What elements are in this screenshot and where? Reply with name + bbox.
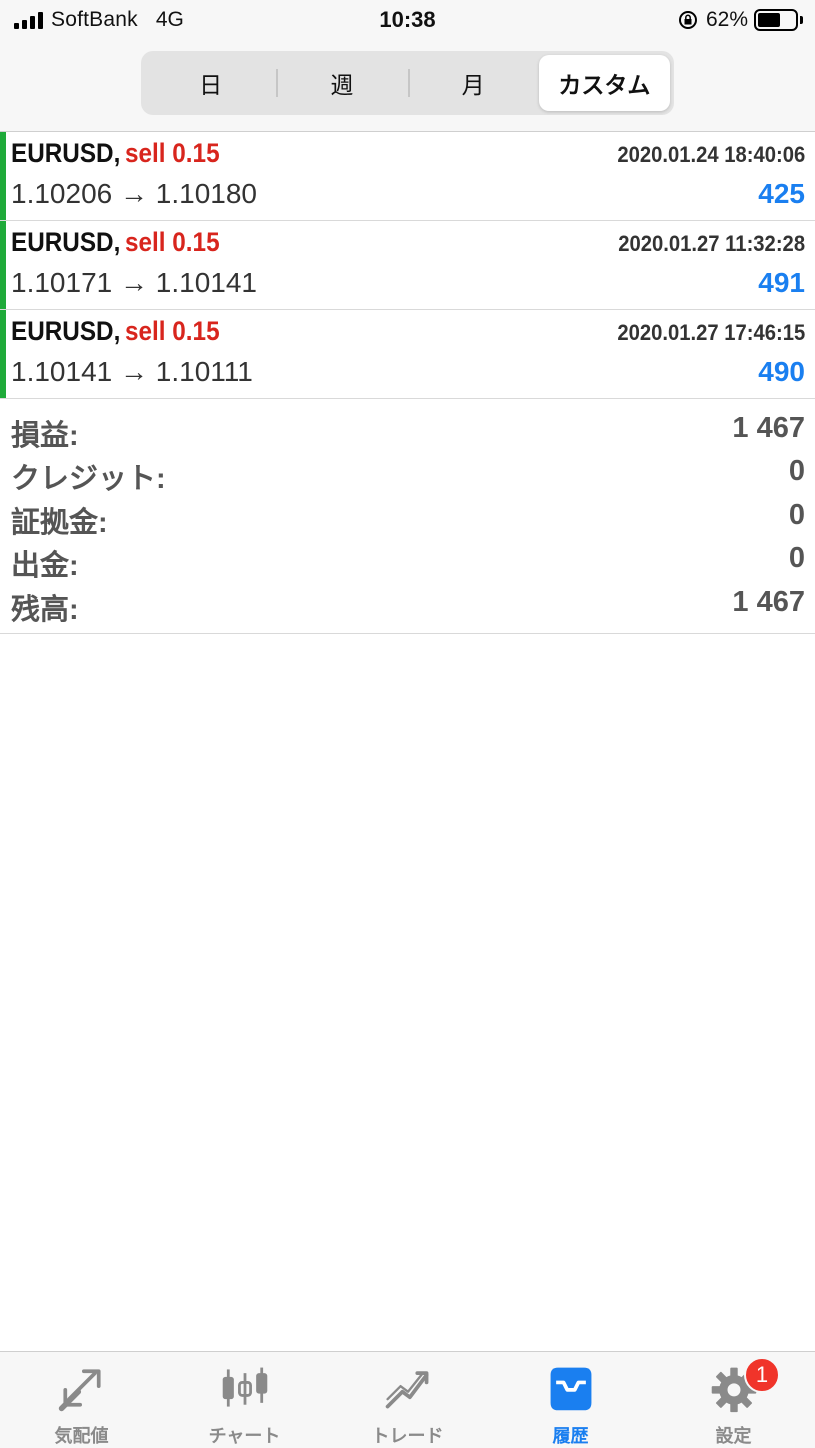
tab-custom[interactable]: カスタム — [538, 55, 670, 111]
summary-label: 出金: — [11, 550, 79, 583]
deal-side: sell 0.15 — [125, 316, 220, 346]
history-screen: SoftBank 4G 10:38 62% 日 週 月 カスタム EURUSD, — [0, 0, 815, 1448]
deal-prices: 1.10171 → 1.10141 — [11, 267, 257, 298]
summary-label: 損益: — [11, 420, 79, 452]
period-selector: 日 週 月 カスタム — [141, 51, 674, 115]
deal-list: EURUSD, sell 0.15 2020.01.24 18:40:06 1.… — [0, 132, 815, 399]
deal-profit: 425 — [758, 178, 805, 209]
deal-indicator — [0, 221, 6, 309]
deal-symbol: EURUSD, — [11, 138, 121, 168]
header: 日 週 月 カスタム — [0, 40, 815, 132]
summary-withdrawal-row: 出金: 0 — [0, 538, 815, 583]
deal-side: sell 0.15 — [125, 138, 220, 168]
summary-label: クレジット: — [11, 463, 166, 496]
deal-prices: 1.10206 → 1.10180 — [11, 178, 257, 209]
notification-badge: 1 — [744, 1357, 780, 1393]
deal-side: sell 0.15 — [125, 227, 220, 257]
deal-time: 2020.01.27 11:32:28 — [618, 231, 805, 256]
deal-row[interactable]: EURUSD, sell 0.15 2020.01.27 17:46:15 1.… — [0, 310, 815, 399]
deal-prices: 1.10141 → 1.10111 — [11, 356, 253, 387]
trade-icon — [385, 1371, 428, 1409]
summary-label: 残高: — [11, 593, 79, 626]
tab-label: 設定 — [715, 1426, 752, 1446]
summary-value: 1 467 — [732, 585, 805, 618]
tab-label: 履歴 — [552, 1426, 589, 1446]
summary-profit-row: 損益: 1 467 — [0, 408, 815, 452]
summary-credit-row: クレジット: 0 — [0, 451, 815, 496]
deal-time: 2020.01.27 17:46:15 — [617, 320, 805, 345]
summary-value: 1 467 — [732, 412, 805, 444]
summary-balance-row: 残高: 1 467 — [0, 582, 815, 626]
tab-label: トレード — [371, 1426, 444, 1446]
deal-time: 2020.01.24 18:40:06 — [617, 142, 805, 167]
candlestick-icon — [222, 1367, 267, 1407]
inbox-icon — [550, 1367, 591, 1411]
deal-row[interactable]: EURUSD, sell 0.15 2020.01.24 18:40:06 1.… — [0, 132, 815, 221]
summary-value: 0 — [788, 542, 805, 575]
tab-day[interactable]: 日 — [145, 55, 276, 111]
deal-symbol: EURUSD, — [11, 227, 121, 257]
deal-indicator — [0, 310, 6, 398]
orientation-lock-icon — [678, 11, 697, 29]
summary-margin-row: 証拠金: 0 — [0, 495, 815, 539]
tab-label: 気配値 — [54, 1426, 109, 1446]
battery-percent: 62% — [705, 8, 748, 31]
tab-week[interactable]: 週 — [276, 55, 407, 111]
battery-icon — [754, 9, 798, 31]
tab-chart[interactable]: チャート — [163, 1352, 326, 1448]
deal-profit: 490 — [758, 356, 805, 387]
tab-history[interactable]: 履歴 — [489, 1352, 652, 1448]
tab-quotes[interactable]: 気配値 — [0, 1352, 163, 1448]
tab-month[interactable]: 月 — [407, 55, 539, 111]
tab-label: チャート — [208, 1426, 281, 1446]
summary-value: 0 — [788, 455, 805, 488]
tab-settings[interactable]: 設定 1 — [652, 1352, 815, 1448]
tab-bar: 気配値 チャート トレード 履歴 設定 1 — [0, 1351, 815, 1448]
quotes-icon — [58, 1369, 101, 1412]
summary-value: 0 — [788, 498, 805, 531]
tab-trade[interactable]: トレード — [326, 1352, 489, 1448]
deal-symbol: EURUSD, — [11, 316, 121, 346]
summary-panel: 損益: 1 467 クレジット: 0 証拠金: 0 出金: 0 残高: 1 46… — [0, 398, 815, 634]
deal-profit: 491 — [758, 267, 805, 298]
status-bar: SoftBank 4G 10:38 62% — [0, 0, 815, 40]
deal-indicator — [0, 132, 6, 220]
summary-label: 証拠金: — [11, 506, 108, 539]
deal-row[interactable]: EURUSD, sell 0.15 2020.01.27 11:32:28 1.… — [0, 221, 815, 310]
